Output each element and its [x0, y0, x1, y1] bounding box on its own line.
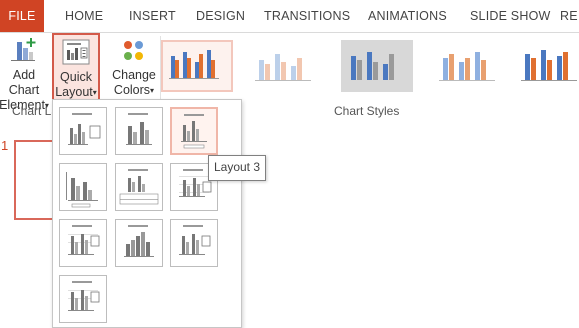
add-chart-element-button[interactable]: Add Chart Element▾	[0, 36, 52, 112]
layout-option-9[interactable]	[170, 219, 218, 267]
layout-preview	[68, 225, 100, 255]
chart-style-5[interactable]	[519, 40, 579, 92]
layout-option-5[interactable]	[115, 163, 163, 211]
slide-number: 1	[1, 138, 9, 153]
tab-animations[interactable]: ANIMATIONS	[368, 0, 447, 32]
layout-preview	[124, 225, 154, 257]
layout-tooltip: Layout 3	[208, 155, 266, 181]
chart-style-1[interactable]	[161, 40, 233, 92]
tab-home[interactable]: HOME	[65, 0, 103, 32]
chart-style-3[interactable]	[341, 40, 413, 92]
chart-styles-gallery	[157, 36, 579, 100]
quick-layout-label-1: Quick	[60, 70, 92, 84]
layout-option-3[interactable]	[170, 107, 218, 155]
quick-layout-icon	[62, 39, 90, 65]
layout-preview	[126, 113, 152, 145]
layout-preview	[68, 113, 101, 145]
chart-style-2[interactable]	[249, 40, 321, 92]
layout-option-1[interactable]	[59, 107, 107, 155]
palette-icon	[124, 41, 143, 60]
layout-preview	[66, 172, 98, 208]
tab-design[interactable]: DESIGN	[196, 0, 245, 32]
change-colors-button[interactable]: Change Colors▾	[108, 36, 160, 102]
add-chart-label-1: Add Chart	[8, 68, 40, 97]
quick-layout-dropdown	[52, 99, 242, 328]
layout-option-8[interactable]	[115, 219, 163, 267]
chart-style-preview	[255, 54, 311, 81]
layout-option-2[interactable]	[115, 107, 163, 155]
tab-insert[interactable]: INSERT	[129, 0, 176, 32]
chart-style-preview	[521, 50, 577, 81]
chart-style-preview	[439, 52, 495, 81]
layout-option-7[interactable]	[59, 219, 107, 267]
tab-transitions[interactable]: TRANSITIONS	[264, 0, 350, 32]
ribbon-tab-bar: FILE HOME INSERT DESIGN TRANSITIONS ANIM…	[0, 0, 579, 32]
quick-layout-label-2: Layout	[55, 85, 93, 99]
chart-style-preview	[169, 50, 219, 79]
tab-slide-show[interactable]: SLIDE SHOW	[470, 0, 551, 32]
group-label-chart-styles: Chart Styles	[334, 104, 400, 118]
layout-preview	[179, 225, 211, 255]
layout-option-10[interactable]	[59, 275, 107, 323]
add-chart-element-icon	[11, 38, 36, 61]
layout-preview	[119, 169, 159, 205]
chevron-down-icon: ▾	[150, 86, 155, 96]
chevron-down-icon: ▾	[92, 88, 97, 98]
chart-style-preview	[351, 52, 394, 80]
layout-preview	[68, 281, 100, 311]
change-colors-label-1: Change	[112, 68, 156, 82]
layout-option-4[interactable]	[59, 163, 107, 211]
change-colors-label-2: Colors	[113, 83, 151, 97]
tab-review[interactable]: RE	[560, 0, 578, 32]
chart-style-4[interactable]	[433, 40, 505, 92]
tab-file[interactable]: FILE	[0, 0, 44, 32]
layout-preview	[181, 114, 207, 149]
quick-layout-button[interactable]: Quick Layout▾	[52, 33, 100, 102]
